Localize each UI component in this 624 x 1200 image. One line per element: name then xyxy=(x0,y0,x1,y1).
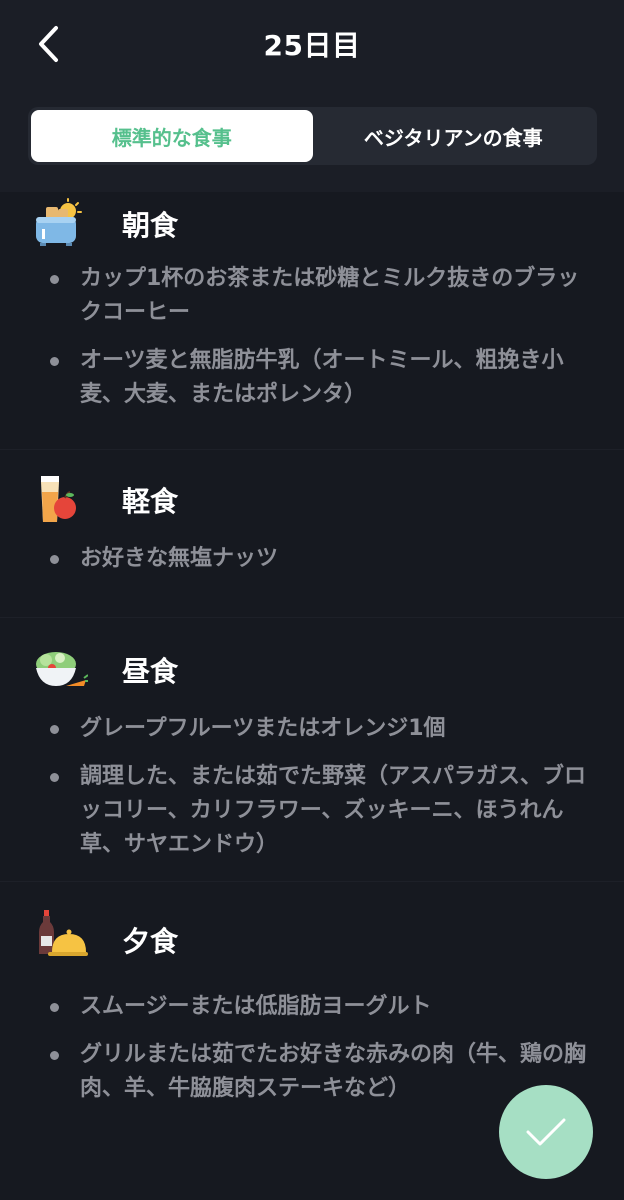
section-title: 朝食 xyxy=(122,209,179,242)
wine-cloche-icon xyxy=(39,910,88,956)
section-breakfast: 朝食 カップ1杯のお茶または砂糖とミルク抜きのブラックコーヒー オーツ麦と無脂肪… xyxy=(0,192,624,450)
section-snack: 軽食 お好きな無塩ナッツ xyxy=(0,450,624,618)
list-item: スムージーまたは低脂肪ヨーグルト xyxy=(50,990,594,1024)
tab-standard-meal[interactable]: 標準的な食事 xyxy=(31,110,313,162)
list-item: 調理した、または茹でた野菜（アスパラガス、ブロッコリー、カリフラワー、ズッキーニ… xyxy=(50,760,594,862)
section-title: 夕食 xyxy=(122,925,179,958)
list-item: グレープフルーツまたはオレンジ1個 xyxy=(50,712,594,746)
item-list: カップ1杯のお茶または砂糖とミルク抜きのブラックコーヒー オーツ麦と無脂肪牛乳（… xyxy=(0,252,624,412)
meal-type-tabs: 標準的な食事 ベジタリアンの食事 xyxy=(28,107,597,165)
list-item: カップ1杯のお茶または砂糖とミルク抜きのブラックコーヒー xyxy=(50,262,594,330)
complete-day-button[interactable] xyxy=(499,1085,593,1179)
section-lunch: 昼食 グレープフルーツまたはオレンジ1個 調理した、または茹でた野菜（アスパラガ… xyxy=(0,618,624,882)
list-item: オーツ麦と無脂肪牛乳（オートミール、粗挽き小麦、大麦、またはポレンタ） xyxy=(50,344,594,412)
section-title: 軽食 xyxy=(122,485,179,518)
tab-vegetarian-meal[interactable]: ベジタリアンの食事 xyxy=(313,110,595,162)
toaster-icon xyxy=(36,198,82,246)
section-title: 昼食 xyxy=(122,655,179,688)
app-header: 25日目 xyxy=(0,0,624,90)
page-title: 25日目 xyxy=(263,29,361,62)
tab-bar-container: 標準的な食事 ベジタリアンの食事 xyxy=(0,90,624,192)
checkmark-icon xyxy=(526,1118,566,1146)
meal-list: 朝食 カップ1杯のお茶または砂糖とミルク抜きのブラックコーヒー オーツ麦と無脂肪… xyxy=(0,192,624,1126)
item-list: グレープフルーツまたはオレンジ1個 調理した、または茹でた野菜（アスパラガス、ブ… xyxy=(0,678,624,862)
list-item: お好きな無塩ナッツ xyxy=(50,542,594,576)
juice-apple-icon xyxy=(41,476,76,522)
salad-bowl-icon xyxy=(36,652,88,686)
